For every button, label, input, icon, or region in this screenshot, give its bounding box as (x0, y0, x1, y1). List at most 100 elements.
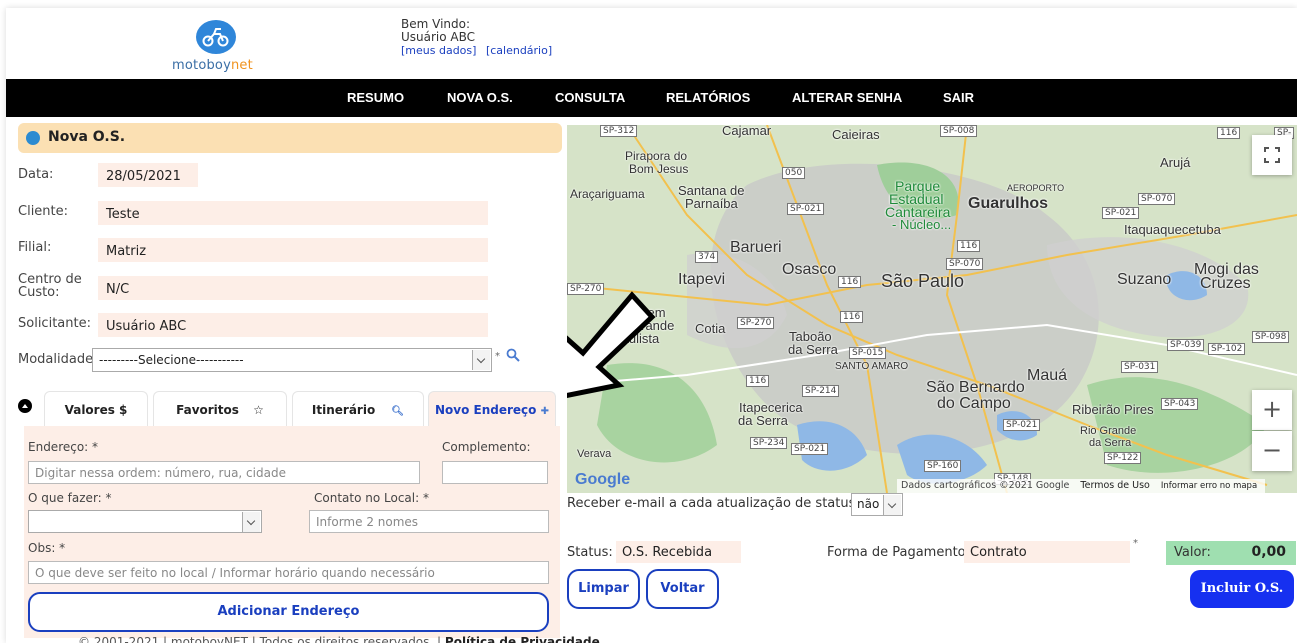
road-shield: 050 (782, 167, 806, 179)
email-label: Receber e-mail a cada atualização de sta… (567, 496, 860, 511)
footer: © 2001-2021 | motoboyNET | Todos os dire… (78, 635, 600, 643)
map-label: da Serra (788, 342, 838, 357)
star-icon: ☆ (253, 403, 264, 417)
google-logo[interactable]: Google (575, 471, 630, 489)
tab-novo-endereco-label: Novo Endereço (435, 403, 537, 417)
nav-resumo[interactable]: RESUMO (347, 90, 404, 105)
fullscreen-button[interactable] (1252, 135, 1292, 175)
solicitante-label: Solicitante: (18, 316, 91, 331)
nav-consulta[interactable]: CONSULTA (555, 90, 625, 105)
solicitante-value: Usuário ABC (98, 313, 488, 337)
contato-label: Contato no Local: * (314, 491, 429, 505)
magnifier-icon: 🔍︎ (391, 406, 405, 417)
contato-input[interactable]: Informe 2 nomes (309, 510, 549, 533)
map-label: Ribeirão Pires (1072, 402, 1154, 417)
motorcycle-icon (196, 20, 236, 54)
map-label: da Serra (738, 413, 788, 428)
map-label: AEROPORTO (1007, 183, 1065, 193)
privacy-link[interactable]: Política de Privacidade (445, 635, 600, 643)
form-title-bar: Nova O.S. (18, 123, 562, 153)
centro-custo-label: Centro de Custo: (18, 272, 82, 300)
tab-itinerario-label: Itinerário (311, 403, 376, 417)
status-label: Status: (567, 545, 613, 560)
road-shield: 116 (957, 240, 981, 252)
nav-alterar-senha[interactable]: ALTERAR SENHA (792, 90, 902, 105)
report-link[interactable]: Informar erro no mapa (1161, 481, 1257, 491)
incluir-os-button[interactable]: Incluir O.S. (1190, 570, 1294, 608)
tab-novo-endereco[interactable]: Novo Endereço ✚ (428, 391, 556, 426)
obs-input[interactable]: O que deve ser feito no local / Informar… (28, 561, 549, 584)
limpar-button[interactable]: Limpar (567, 569, 640, 609)
collapse-icon[interactable] (18, 399, 32, 413)
centro-custo-value: N/C (98, 276, 488, 300)
plus-icon: + (1261, 395, 1283, 423)
valor-value: 0,00 (1251, 544, 1286, 560)
filial-value: Matriz (98, 238, 488, 262)
zoom-in-button[interactable]: + (1252, 390, 1292, 430)
filial-label: Filial: (18, 240, 52, 255)
chevron-down-icon (242, 512, 260, 532)
tab-valores[interactable]: Valores $ (44, 391, 148, 426)
road-shield: 116 (840, 311, 864, 323)
main-nav: RESUMO NOVA O.S. CONSULTA RELATÓRIOS ALT… (6, 79, 1297, 117)
chevron-down-icon (883, 495, 901, 515)
road-shield: SP-312 (600, 125, 638, 137)
data-label: Data: (18, 167, 54, 182)
modalidade-select[interactable]: ---------Selecione----------- (92, 348, 492, 372)
voltar-button[interactable]: Voltar (646, 569, 719, 609)
info-icon (26, 131, 40, 145)
zoom-out-button[interactable]: − (1252, 431, 1292, 471)
o-que-fazer-select[interactable] (28, 510, 262, 533)
tab-itinerario[interactable]: Itinerário 🔍︎ (292, 391, 424, 426)
map-label: Suzano (1117, 271, 1172, 288)
required-mark: * (495, 351, 500, 362)
map-label: Cotia (695, 321, 726, 336)
road-shield: SP-021 (1003, 419, 1041, 431)
status-value: O.S. Recebida (616, 541, 741, 563)
map-label: Araçariguama (570, 187, 645, 201)
terms-link[interactable]: Termos de Uso (1080, 480, 1149, 491)
o-que-fazer-label: O que fazer: * (28, 491, 112, 505)
road-shield: SP-021 (787, 203, 825, 215)
brand-logo[interactable]: motoboynet (172, 20, 272, 76)
road-shield: 116 (746, 375, 770, 387)
map-label: Cajamar (722, 125, 772, 138)
cliente-label: Cliente: (18, 204, 69, 219)
map[interactable]: Caieiras Cajamar Pirapora do Bom Jesus A… (567, 125, 1297, 493)
road-shield: SP-122 (1104, 452, 1142, 464)
road-shield: SP-070 (1138, 193, 1176, 205)
map-label: do Campo (937, 395, 1011, 412)
road-shield: 116 (838, 276, 862, 288)
address-panel: Endereço: * Complemento: Digitar nessa o… (24, 426, 560, 638)
map-label: Bom Jesus (629, 162, 689, 176)
email-select[interactable]: não (851, 493, 903, 516)
attribution-text: Dados cartográficos ©2021 Google (901, 480, 1070, 491)
email-selected: não (857, 497, 880, 511)
meus-dados-link[interactable]: [meus dados] (401, 44, 476, 57)
page-frame: motoboynet Bem Vindo: Usuário ABC [meus … (6, 8, 1297, 643)
welcome-block: Bem Vindo: Usuário ABC [meus dados] [cal… (401, 18, 558, 58)
valor-box: Valor: 0,00 (1166, 541, 1296, 565)
road-shield: SP-021 (1102, 207, 1140, 219)
road-shield: SP-214 (802, 385, 840, 397)
adicionar-endereco-button[interactable]: Adicionar Endereço (28, 592, 549, 632)
road-shield: SP-043 (1161, 398, 1199, 410)
endereco-input[interactable]: Digitar nessa ordem: número, rua, cidade (28, 461, 420, 484)
map-label: São Paulo (881, 271, 965, 291)
map-label: Itaquaquecetuba (1124, 222, 1221, 237)
map-label: Cruzes (1200, 275, 1251, 292)
chevron-down-icon (472, 350, 490, 370)
calendario-link[interactable]: [calendário] (486, 44, 552, 57)
tab-favoritos[interactable]: Favoritos ☆ (153, 391, 287, 426)
modalidade-selected: ---------Selecione----------- (99, 353, 244, 367)
nav-nova-os[interactable]: NOVA O.S. (447, 90, 513, 105)
nav-sair[interactable]: SAIR (943, 90, 974, 105)
brand-name: motoboynet (172, 58, 253, 73)
search-icon[interactable] (506, 348, 520, 366)
endereco-label: Endereço: * (28, 440, 99, 454)
nav-relatorios[interactable]: RELATÓRIOS (666, 90, 750, 105)
pagamento-value: Contrato (964, 541, 1130, 563)
complemento-input[interactable] (442, 461, 548, 484)
road-shield: SP-102 (1208, 343, 1246, 355)
map-label: Osasco (782, 261, 837, 278)
